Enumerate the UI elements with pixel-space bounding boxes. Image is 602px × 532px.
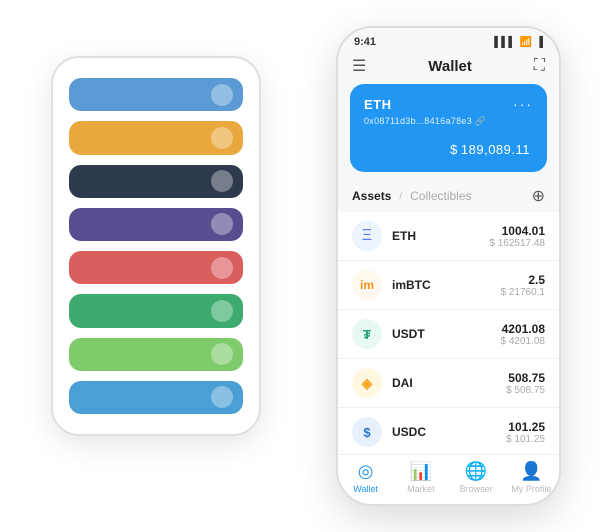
bg-card-4	[69, 208, 243, 241]
dai-icon: ◈	[352, 368, 382, 398]
imbtc-amounts: 2.5 $ 21760.1	[501, 273, 546, 298]
status-bar: 9:41 ▌▌▌ 📶 ▐	[338, 28, 559, 52]
profile-nav-icon: 👤	[520, 461, 542, 482]
eth-amount: 1004.01	[489, 224, 545, 238]
bg-card-5	[69, 251, 243, 284]
menu-button[interactable]: ☰	[352, 56, 366, 76]
browser-nav-label: Browser	[460, 484, 493, 494]
tab-collectibles[interactable]: Collectibles	[410, 189, 471, 203]
usdt-amounts: 4201.08 $ 4201.08	[501, 322, 546, 347]
assets-list: Ξ ETH 1004.01 $ 162517.48 im imBTC 2.5 $…	[338, 212, 559, 454]
balance-symbol: $	[450, 142, 458, 157]
eth-card[interactable]: ETH ··· 0x08711d3b...8416a78e3 🔗 $189,08…	[350, 84, 547, 172]
balance-value: 189,089.11	[461, 142, 530, 157]
eth-card-address: 0x08711d3b...8416a78e3 🔗	[364, 116, 533, 127]
add-asset-button[interactable]: ⊕	[532, 186, 545, 206]
usdc-name: USDC	[392, 425, 506, 439]
assets-header: Assets / Collectibles ⊕	[338, 182, 559, 212]
signal-icon: ▌▌▌	[494, 37, 515, 48]
nav-profile[interactable]: 👤 My Profile	[504, 461, 559, 494]
bg-card-2	[69, 121, 243, 154]
tab-separator: /	[399, 191, 402, 202]
eth-usd: $ 162517.48	[489, 238, 545, 249]
scene: 9:41 ▌▌▌ 📶 ▐ ☰ Wallet ⛶ ETH ··· 0x08711d…	[21, 16, 581, 516]
usdt-name: USDT	[392, 327, 501, 341]
tab-assets[interactable]: Assets	[352, 189, 391, 203]
market-nav-label: Market	[407, 484, 435, 494]
usdc-icon: $	[352, 417, 382, 447]
bg-card-1	[69, 78, 243, 111]
bg-card-8	[69, 381, 243, 414]
battery-icon: ▐	[536, 37, 543, 48]
asset-item-usdt[interactable]: ₮ USDT 4201.08 $ 4201.08	[338, 310, 559, 359]
assets-tabs: Assets / Collectibles	[352, 189, 472, 203]
eth-icon: Ξ	[352, 221, 382, 251]
asset-item-dai[interactable]: ◈ DAI 508.75 $ 508.75	[338, 359, 559, 408]
usdc-amount: 101.25	[506, 420, 545, 434]
bg-card-3	[69, 165, 243, 198]
dai-usd: $ 508.75	[506, 385, 545, 396]
eth-card-top: ETH ···	[364, 96, 533, 112]
wifi-icon: 📶	[519, 37, 531, 48]
wallet-nav-icon: ◎	[358, 461, 374, 482]
imbtc-amount: 2.5	[501, 273, 546, 287]
usdt-usd: $ 4201.08	[501, 336, 546, 347]
browser-nav-icon: 🌐	[465, 461, 487, 482]
dai-amounts: 508.75 $ 508.75	[506, 371, 545, 396]
bottom-navigation: ◎ Wallet 📊 Market 🌐 Browser 👤 My Profile	[338, 454, 559, 504]
market-nav-icon: 📊	[410, 461, 432, 482]
bg-card-7	[69, 338, 243, 371]
usdt-amount: 4201.08	[501, 322, 546, 336]
background-phone	[51, 56, 261, 436]
asset-item-imbtc[interactable]: im imBTC 2.5 $ 21760.1	[338, 261, 559, 310]
profile-nav-label: My Profile	[511, 484, 551, 494]
eth-name: ETH	[392, 229, 489, 243]
dai-name: DAI	[392, 376, 506, 390]
bg-card-6	[69, 294, 243, 327]
status-time: 9:41	[354, 36, 376, 48]
imbtc-name: imBTC	[392, 278, 501, 292]
asset-item-eth[interactable]: Ξ ETH 1004.01 $ 162517.48	[338, 212, 559, 261]
app-header: ☰ Wallet ⛶	[338, 52, 559, 84]
dai-amount: 508.75	[506, 371, 545, 385]
expand-button[interactable]: ⛶	[534, 57, 545, 75]
header-title: Wallet	[428, 58, 472, 75]
asset-item-usdc[interactable]: $ USDC 101.25 $ 101.25	[338, 408, 559, 454]
eth-card-more[interactable]: ···	[513, 96, 533, 112]
eth-amounts: 1004.01 $ 162517.48	[489, 224, 545, 249]
wallet-nav-label: Wallet	[353, 484, 378, 494]
eth-card-balance: $189,089.11	[364, 137, 533, 160]
imbtc-usd: $ 21760.1	[501, 287, 546, 298]
eth-card-label: ETH	[364, 97, 392, 112]
nav-browser[interactable]: 🌐 Browser	[449, 461, 504, 494]
imbtc-icon: im	[352, 270, 382, 300]
usdc-usd: $ 101.25	[506, 434, 545, 445]
foreground-phone: 9:41 ▌▌▌ 📶 ▐ ☰ Wallet ⛶ ETH ··· 0x08711d…	[336, 26, 561, 506]
nav-wallet[interactable]: ◎ Wallet	[338, 461, 393, 494]
status-icons: ▌▌▌ 📶 ▐	[494, 37, 543, 48]
usdc-amounts: 101.25 $ 101.25	[506, 420, 545, 445]
nav-market[interactable]: 📊 Market	[393, 461, 448, 494]
usdt-icon: ₮	[352, 319, 382, 349]
